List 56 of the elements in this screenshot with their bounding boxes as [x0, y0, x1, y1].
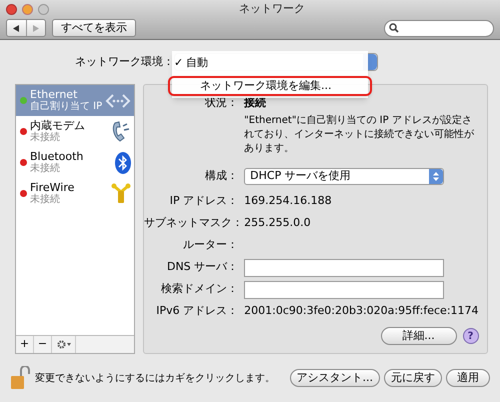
search-icon	[389, 23, 399, 33]
menu-item[interactable]: ✓ 自動	[172, 53, 368, 73]
bluetooth-icon	[115, 152, 132, 174]
field-label: サブネットマスク：	[144, 215, 244, 232]
field-label: ルーター：	[182, 237, 240, 254]
service-item[interactable]: FireWire 未接続	[16, 178, 134, 209]
field-value: 169.254.16.188	[244, 193, 332, 210]
revert-button[interactable]: 元に戻す	[384, 369, 442, 387]
zoom-button[interactable]	[38, 4, 49, 15]
help-button[interactable]: ?	[462, 328, 479, 344]
assistant-button[interactable]: アシスタント...	[290, 369, 380, 387]
add-button[interactable]: +	[16, 336, 34, 353]
config-popup[interactable]: DHCP サーバを使用	[244, 168, 444, 184]
service-status: 未接続	[30, 132, 61, 144]
minimize-button[interactable]	[22, 4, 33, 15]
service-status: 未接続	[30, 162, 61, 174]
field-value: 2001:0c90:3fe0:20b3:020a:95ff:fece:1174	[244, 303, 479, 320]
stepper-icon	[433, 172, 440, 180]
location-label: ネットワーク環境：	[74, 54, 174, 70]
config-label: 構成：	[204, 168, 240, 184]
lock-message: 変更できないようにするにはカギをクリックします。	[35, 372, 275, 386]
service-status: 未接続	[30, 194, 61, 206]
search-field[interactable]	[384, 20, 494, 36]
forward-icon	[32, 24, 39, 32]
service-item[interactable]: Bluetooth 未接続	[16, 147, 134, 178]
apply-button[interactable]: 適用	[446, 369, 490, 387]
show-all-button[interactable]: すべてを表示	[52, 19, 136, 37]
service-name: Ethernet	[30, 88, 78, 100]
status-value: 接続	[244, 95, 268, 111]
service-item[interactable]: 内蔵モデム 未接続	[16, 116, 134, 147]
advanced-button[interactable]: 詳細...	[380, 327, 457, 345]
field-label: DNS サーバ：	[166, 259, 240, 276]
service-status: 自己割り当て IP	[30, 100, 102, 112]
arrows-icon	[105, 92, 132, 108]
firewire-icon	[111, 182, 132, 204]
service-name: FireWire	[30, 182, 76, 194]
phone-icon	[111, 120, 132, 142]
menu-item[interactable]: ネットワーク環境を編集...	[168, 76, 372, 96]
text-field[interactable]	[244, 258, 444, 276]
service-name: Bluetooth	[30, 150, 84, 162]
caret-icon	[66, 343, 70, 346]
status-description: "Ethernet"に自己割り当ての IP アドレスが設定されており、インターネットに接続できない可能性があります。	[244, 114, 476, 156]
status-label: 状況：	[204, 95, 240, 111]
field-label: IP アドレス：	[168, 193, 240, 210]
back-icon	[13, 24, 20, 32]
back-forward-control[interactable]	[6, 19, 46, 37]
window-title: ネットワーク	[239, 1, 305, 18]
field-label: IPv6 アドレス：	[155, 303, 240, 320]
padlock-icon[interactable]	[10, 366, 30, 390]
text-field[interactable]	[244, 280, 444, 298]
field-label: 検索ドメイン：	[160, 281, 240, 298]
remove-button[interactable]: −	[34, 336, 52, 353]
close-button[interactable]	[6, 4, 17, 15]
service-name: 内蔵モデム	[30, 120, 86, 132]
field-value: 255.255.0.0	[244, 215, 311, 232]
gear-icon	[56, 340, 66, 349]
